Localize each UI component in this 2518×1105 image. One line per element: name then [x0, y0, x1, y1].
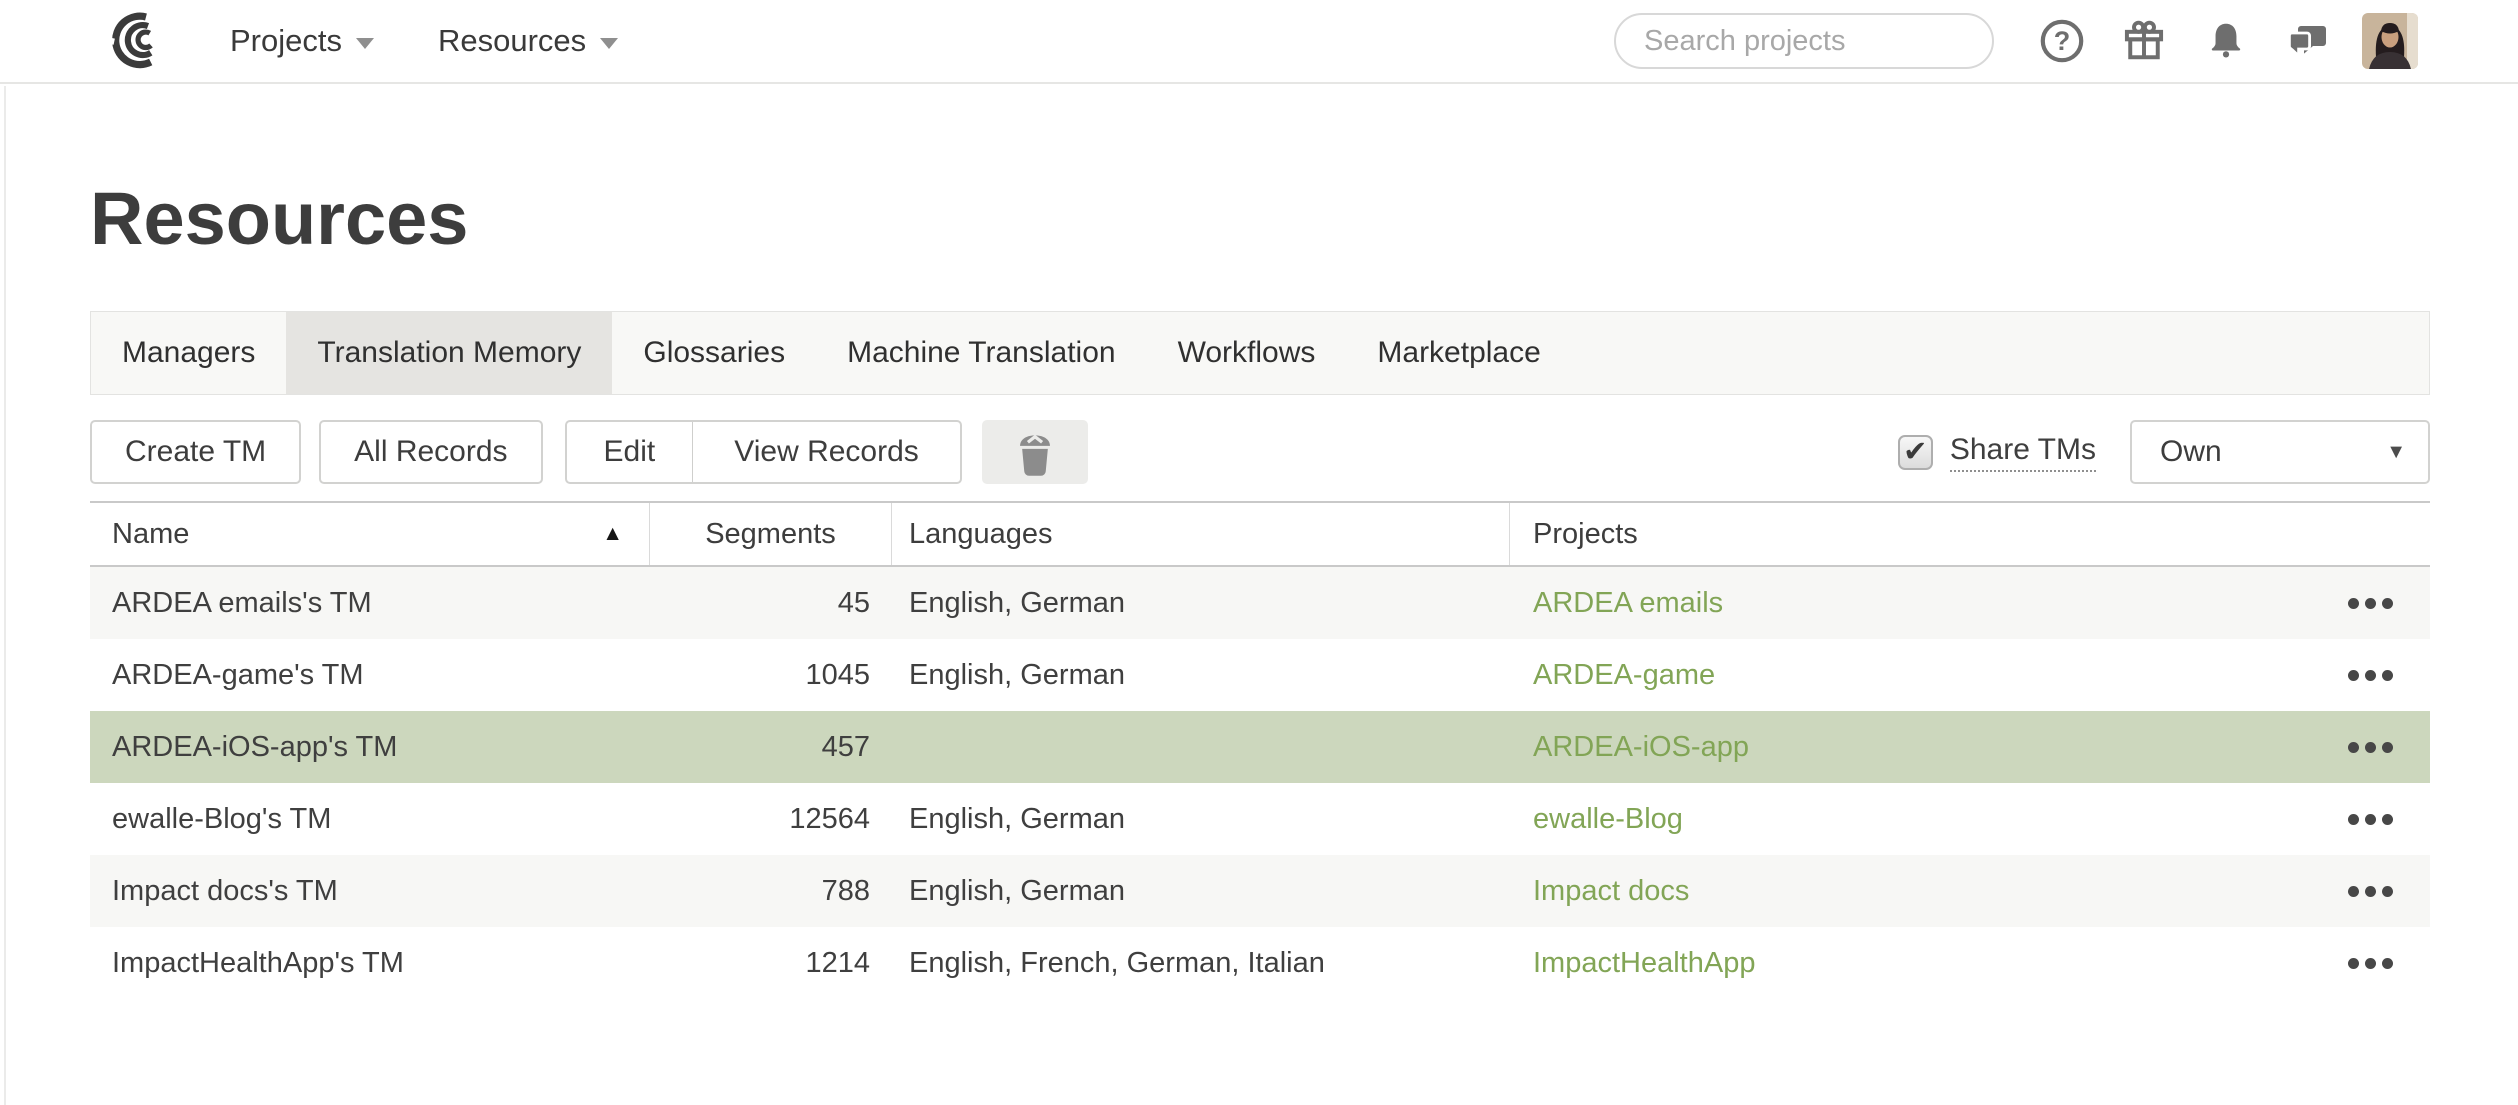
nav-projects-label: Projects	[230, 23, 342, 59]
row-menu-ellipsis-icon[interactable]	[2348, 806, 2393, 833]
main-content: Resources Managers Translation Memory Gl…	[0, 84, 2518, 999]
topbar: Projects Resources ?	[0, 0, 2518, 84]
trash-icon	[1012, 427, 1058, 477]
share-tms-checkbox[interactable]: ✔	[1898, 435, 1933, 470]
project-link[interactable]: ARDEA-iOS-app	[1533, 731, 1749, 764]
tm-scope-value: Own	[2160, 435, 2222, 469]
share-tms-control: ✔ Share TMs	[1898, 433, 2096, 472]
tm-languages: English, German	[892, 639, 1510, 711]
window-edge-line	[4, 86, 6, 1105]
column-header-projects[interactable]: Projects	[1510, 503, 2430, 565]
tab-label: Machine Translation	[847, 336, 1115, 370]
topbar-icons: ?	[2036, 15, 2334, 67]
tm-segments: 788	[650, 855, 892, 927]
tab-label: Workflows	[1178, 336, 1316, 370]
tab-workflows[interactable]: Workflows	[1147, 312, 1347, 394]
column-header-segments[interactable]: Segments	[650, 503, 892, 565]
edit-button[interactable]: Edit	[567, 422, 693, 482]
delete-tm-button[interactable]	[982, 420, 1088, 484]
table-row[interactable]: ewalle-Blog's TM 12564 English, German e…	[90, 783, 2430, 855]
tab-managers[interactable]: Managers	[91, 312, 286, 394]
tm-languages: English, German	[892, 855, 1510, 927]
nav-projects[interactable]: Projects	[230, 23, 374, 59]
table-row[interactable]: Impact docs's TM 788 English, German Imp…	[90, 855, 2430, 927]
tab-label: Glossaries	[643, 336, 785, 370]
tm-name: ARDEA-iOS-app's TM	[90, 711, 650, 783]
records-button-group: Edit View Records	[565, 420, 962, 484]
gift-icon[interactable]	[2118, 15, 2170, 67]
column-label: Name	[112, 518, 189, 551]
tab-label: Translation Memory	[317, 336, 581, 370]
nav-resources-label: Resources	[438, 23, 586, 59]
app-logo-icon[interactable]	[100, 11, 168, 71]
tab-translation-memory[interactable]: Translation Memory	[286, 312, 612, 394]
tm-table: Name ▲ Segments Languages Projects ARDEA…	[90, 501, 2430, 999]
tab-label: Marketplace	[1377, 336, 1540, 370]
tm-languages: English, German	[892, 567, 1510, 639]
tm-languages: English, German	[892, 783, 1510, 855]
column-header-languages[interactable]: Languages	[892, 503, 1510, 565]
search-input[interactable]	[1644, 25, 2021, 58]
resource-tabs: Managers Translation Memory Glossaries M…	[90, 311, 2430, 395]
column-label: Projects	[1533, 518, 1638, 551]
tm-scope-dropdown[interactable]: Own ▼	[2130, 420, 2430, 484]
table-row[interactable]: ImpactHealthApp's TM 1214 English, Frenc…	[90, 927, 2430, 999]
tm-segments: 457	[650, 711, 892, 783]
tm-name: ewalle-Blog's TM	[90, 783, 650, 855]
tab-machine-translation[interactable]: Machine Translation	[816, 312, 1146, 394]
nav-resources[interactable]: Resources	[438, 23, 618, 59]
row-menu-ellipsis-icon[interactable]	[2348, 590, 2393, 617]
create-tm-button[interactable]: Create TM	[90, 420, 301, 484]
dropdown-arrow-icon: ▼	[2386, 441, 2406, 464]
project-link[interactable]: ImpactHealthApp	[1533, 947, 1755, 980]
svg-text:?: ?	[2054, 26, 2071, 56]
tm-segments: 12564	[650, 783, 892, 855]
main-navigation: Projects Resources	[230, 23, 618, 59]
page-title: Resources	[90, 84, 2430, 259]
sort-ascending-icon: ▲	[602, 522, 623, 546]
column-header-name[interactable]: Name ▲	[90, 503, 650, 565]
messages-icon[interactable]	[2282, 15, 2334, 67]
tm-name: ARDEA emails's TM	[90, 567, 650, 639]
tab-label: Managers	[122, 336, 255, 370]
tm-toolbar: Create TM All Records Edit View Records …	[90, 420, 2430, 484]
table-row[interactable]: ARDEA emails's TM 45 English, German ARD…	[90, 567, 2430, 639]
column-label: Segments	[705, 518, 836, 551]
project-link[interactable]: ARDEA-game	[1533, 659, 1715, 692]
project-link[interactable]: ARDEA emails	[1533, 587, 1723, 620]
share-tms-label[interactable]: Share TMs	[1950, 433, 2096, 472]
column-label: Languages	[909, 518, 1053, 551]
row-menu-ellipsis-icon[interactable]	[2348, 878, 2393, 905]
tm-table-header: Name ▲ Segments Languages Projects	[90, 501, 2430, 567]
row-menu-ellipsis-icon[interactable]	[2348, 950, 2393, 977]
tm-name: ARDEA-game's TM	[90, 639, 650, 711]
tm-segments: 1045	[650, 639, 892, 711]
tm-languages	[892, 711, 1510, 783]
avatar[interactable]	[2362, 13, 2418, 69]
project-link[interactable]: ewalle-Blog	[1533, 803, 1683, 836]
tm-languages: English, French, German, Italian	[892, 927, 1510, 999]
tm-name: ImpactHealthApp's TM	[90, 927, 650, 999]
row-menu-ellipsis-icon[interactable]	[2348, 734, 2393, 761]
tm-segments: 45	[650, 567, 892, 639]
project-link[interactable]: Impact docs	[1533, 875, 1689, 908]
help-icon[interactable]: ?	[2036, 15, 2088, 67]
all-records-button[interactable]: All Records	[319, 420, 542, 484]
tm-segments: 1214	[650, 927, 892, 999]
row-menu-ellipsis-icon[interactable]	[2348, 662, 2393, 689]
table-row[interactable]: ARDEA-game's TM 1045 English, German ARD…	[90, 639, 2430, 711]
tm-name: Impact docs's TM	[90, 855, 650, 927]
view-records-button[interactable]: View Records	[692, 422, 960, 482]
tab-glossaries[interactable]: Glossaries	[612, 312, 816, 394]
search-projects-box	[1614, 13, 1994, 69]
table-row[interactable]: ARDEA-iOS-app's TM 457 ARDEA-iOS-app	[90, 711, 2430, 783]
caret-down-icon	[600, 38, 618, 49]
caret-down-icon	[356, 38, 374, 49]
notifications-icon[interactable]	[2200, 15, 2252, 67]
tab-marketplace[interactable]: Marketplace	[1346, 312, 1571, 394]
